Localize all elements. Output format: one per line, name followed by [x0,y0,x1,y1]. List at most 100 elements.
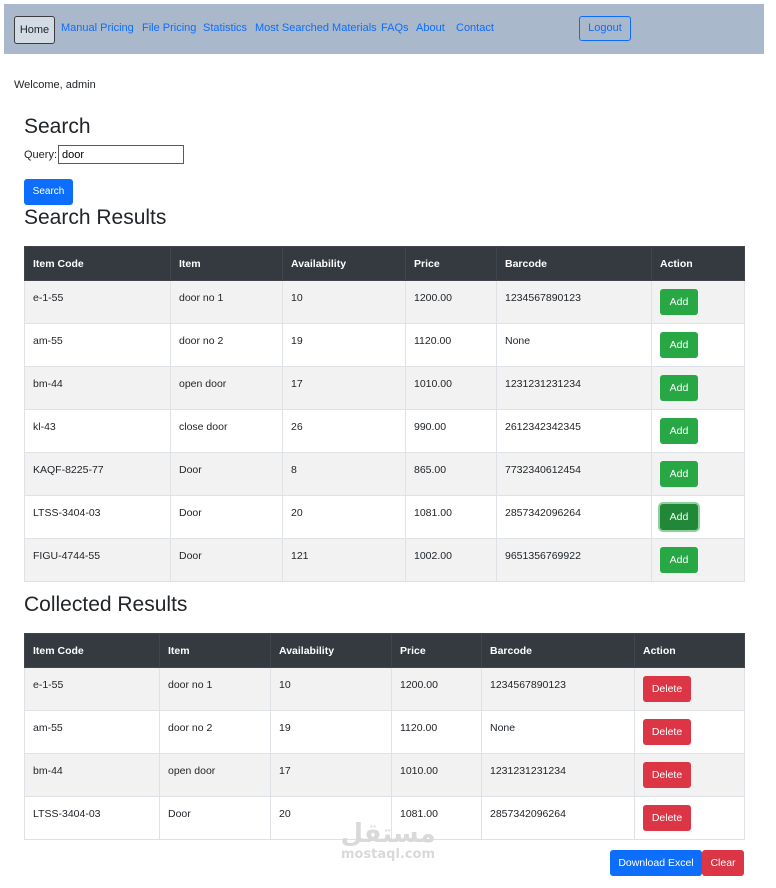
nav-link-about[interactable]: About [416,22,445,34]
cell-price: 1010.00 [405,366,497,410]
add-button[interactable]: Add [660,375,698,401]
cell-item: open door [159,753,271,797]
cell-item-code: e-1-55 [24,280,171,324]
cell-price: 865.00 [405,452,497,496]
cell-availability: 19 [270,710,392,754]
cell-item: door no 2 [159,710,271,754]
search-button[interactable]: Search [24,179,73,205]
download-excel-button[interactable]: Download Excel [610,850,702,876]
cell-item-code: KAQF-8225-77 [24,452,171,496]
top-navbar: Home Manual Pricing File Pricing Statist… [4,4,764,54]
cell-barcode: 7732340612454 [496,452,652,496]
cell-availability: 20 [282,495,406,539]
column-header-barcode: Barcode [496,246,652,281]
column-header-action: Action [634,633,745,668]
cell-price: 1200.00 [391,667,482,711]
cell-barcode: 1234567890123 [481,667,635,711]
cell-item-code: am-55 [24,323,171,367]
nav-link-statistics[interactable]: Statistics [203,22,247,34]
add-button[interactable]: Add [660,289,698,315]
cell-barcode: None [481,710,635,754]
cell-barcode: 1234567890123 [496,280,652,324]
cell-availability: 121 [282,538,406,582]
cell-item-code: am-55 [24,710,160,754]
cell-item: door no 2 [170,323,283,367]
cell-price: 1002.00 [405,538,497,582]
column-header-availability: Availability [270,633,392,668]
cell-availability: 19 [282,323,406,367]
add-button[interactable]: Add [660,504,698,530]
collected-results-heading: Collected Results [24,593,188,616]
delete-button[interactable]: Delete [643,676,691,702]
cell-action: Add [651,409,745,453]
collected-results-table: Item Code Item Availability Price Barcod… [24,633,745,840]
cell-item: door no 1 [170,280,283,324]
cell-action: Add [651,280,745,324]
column-header-item-code: Item Code [24,633,160,668]
column-header-price: Price [405,246,497,281]
cell-barcode: 2612342342345 [496,409,652,453]
nav-link-file-pricing[interactable]: File Pricing [142,22,196,34]
cell-availability: 26 [282,409,406,453]
table-row: KAQF-8225-77 Door 8 865.00 7732340612454… [24,452,745,496]
add-button[interactable]: Add [660,547,698,573]
add-button[interactable]: Add [660,418,698,444]
cell-item: Door [170,495,283,539]
table-row: am-55 door no 2 19 1120.00 None Add [24,323,745,367]
cell-availability: 8 [282,452,406,496]
cell-action: Add [651,323,745,367]
nav-link-most-searched[interactable]: Most Searched Materials [255,22,377,34]
table-row: FIGU-4744-55 Door 121 1002.00 9651356769… [24,538,745,582]
cell-action: Delete [634,667,745,711]
nav-home-button[interactable]: Home [14,16,55,44]
cell-barcode: 1231231231234 [481,753,635,797]
delete-button[interactable]: Delete [643,719,691,745]
cell-action: Add [651,495,745,539]
search-input[interactable] [58,145,184,164]
query-label: Query: [24,149,58,161]
logout-button[interactable]: Logout [579,16,631,41]
nav-link-contact[interactable]: Contact [456,22,494,34]
cell-barcode: None [496,323,652,367]
cell-item: Door [170,538,283,582]
watermark-latin: mostaql.com [340,847,436,862]
table-row: bm-44 open door 17 1010.00 1231231231234… [24,753,745,797]
column-header-item: Item [159,633,271,668]
add-button[interactable]: Add [660,461,698,487]
cell-item-code: e-1-55 [24,667,160,711]
table-row: LTSS-3404-03 Door 20 1081.00 28573420962… [24,495,745,539]
cell-price: 1200.00 [405,280,497,324]
search-heading: Search [24,115,91,138]
cell-item: open door [170,366,283,410]
cell-availability: 17 [282,366,406,410]
table-row: kl-43 close door 26 990.00 2612342342345… [24,409,745,453]
cell-price: 1081.00 [405,495,497,539]
cell-barcode: 1231231231234 [496,366,652,410]
table-header-row: Item Code Item Availability Price Barcod… [24,246,745,281]
clear-button[interactable]: Clear [702,850,744,876]
cell-item-code: LTSS-3404-03 [24,796,160,840]
cell-item: Door [170,452,283,496]
table-row: e-1-55 door no 1 10 1200.00 123456789012… [24,280,745,324]
delete-button[interactable]: Delete [643,805,691,831]
cell-action: Add [651,538,745,582]
cell-item-code: kl-43 [24,409,171,453]
cell-item: door no 1 [159,667,271,711]
nav-link-faqs[interactable]: FAQs [381,22,409,34]
cell-action: Add [651,452,745,496]
table-header-row: Item Code Item Availability Price Barcod… [24,633,745,668]
delete-button[interactable]: Delete [643,762,691,788]
welcome-message: Welcome, admin [14,79,96,91]
add-button[interactable]: Add [660,332,698,358]
cell-item-code: bm-44 [24,366,171,410]
cell-availability: 17 [270,753,392,797]
cell-item: close door [170,409,283,453]
cell-item: Door [159,796,271,840]
column-header-item: Item [170,246,283,281]
cell-availability: 10 [270,667,392,711]
search-results-heading: Search Results [24,206,167,229]
column-header-action: Action [651,246,745,281]
cell-price: 1010.00 [391,753,482,797]
cell-item-code: LTSS-3404-03 [24,495,171,539]
nav-link-manual-pricing[interactable]: Manual Pricing [61,22,134,34]
